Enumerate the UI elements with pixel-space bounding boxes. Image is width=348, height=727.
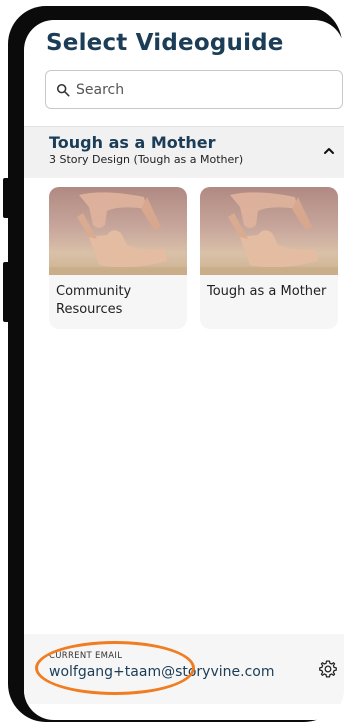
videoguide-card-label: Community Resources bbox=[56, 284, 132, 317]
chevron-up-icon[interactable] bbox=[321, 143, 337, 159]
search-icon bbox=[56, 83, 70, 96]
videoguide-card[interactable]: Community Resources bbox=[49, 187, 187, 329]
page-title: Select Videoguide bbox=[46, 30, 284, 56]
group-title: Tough as a Mother bbox=[49, 133, 216, 152]
videoguide-group-header[interactable]: Tough as a Mother 3 Story Design (Tough … bbox=[24, 126, 344, 178]
gear-icon[interactable] bbox=[318, 659, 338, 679]
app-screen: Select Videoguide Tough as a Mother 3 St… bbox=[24, 20, 344, 720]
account-footer: CURRENT EMAIL wolfgang+taam@storyvine.co… bbox=[24, 634, 344, 704]
hands-frame-thumbnail bbox=[200, 187, 338, 275]
group-subtitle: 3 Story Design (Tough as a Mother) bbox=[49, 153, 244, 166]
videoguide-list: Community Resources Tough as a Mother bbox=[24, 178, 344, 648]
videoguide-card-label: Tough as a Mother bbox=[207, 284, 327, 299]
highlight-circle bbox=[35, 641, 195, 695]
search-input[interactable] bbox=[76, 81, 326, 98]
phone-frame: Select Videoguide Tough as a Mother 3 St… bbox=[8, 6, 344, 722]
videoguide-card[interactable]: Tough as a Mother bbox=[200, 187, 338, 329]
search-bar[interactable] bbox=[45, 70, 343, 109]
hands-frame-thumbnail bbox=[49, 187, 187, 275]
